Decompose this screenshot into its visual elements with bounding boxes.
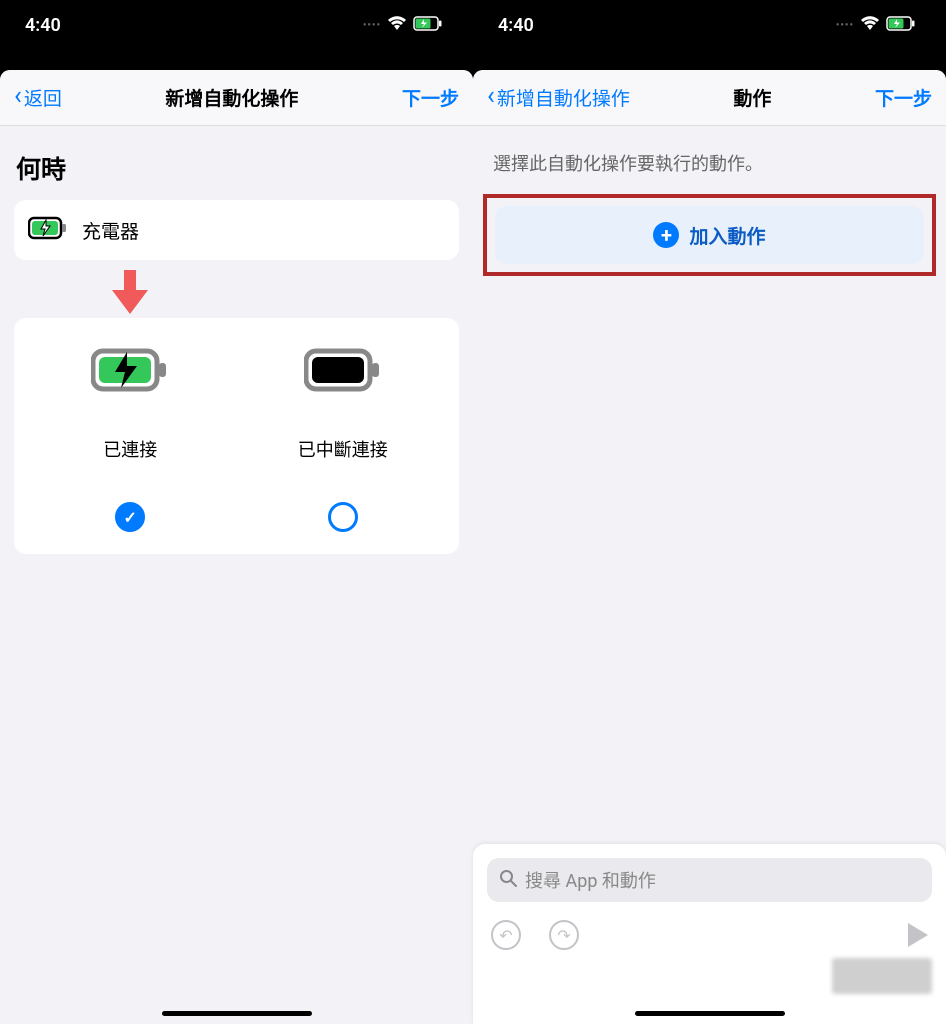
section-header-when: 何時 [0, 126, 473, 200]
battery-bolt-icon [28, 216, 68, 244]
checkmark-icon: ✓ [124, 508, 137, 527]
battery-charging-icon [886, 15, 916, 36]
bottom-panel: 搜尋 App 和動作 ↶ ↷ [473, 844, 946, 1024]
status-bar: 4:40 •••• [0, 0, 473, 50]
battery-connected-icon [91, 348, 169, 396]
phone-left: 4:40 •••• ‹ 返回 新增自動化操作 下一步 何時 充電器 [0, 0, 473, 1024]
status-bar: 4:40 •••• [473, 0, 946, 50]
add-action-label: 加入動作 [689, 222, 765, 249]
next-button[interactable]: 下一步 [875, 84, 932, 111]
battery-disconnected-icon [304, 348, 382, 396]
cell-dots-icon: •••• [836, 20, 854, 31]
run-button[interactable] [908, 923, 928, 947]
help-text: 選擇此自動化操作要執行的動作。 [473, 126, 946, 194]
option-connected-label: 已連接 [103, 436, 157, 462]
annotation-highlight: + 加入動作 [483, 194, 936, 276]
annotation-arrow-icon [110, 270, 150, 314]
undo-button[interactable]: ↶ [491, 920, 521, 950]
options-card: 已連接 ✓ 已中斷連接 [14, 318, 459, 554]
redo-button[interactable]: ↷ [549, 920, 579, 950]
phone-right: 4:40 •••• ‹ 新增自動化操作 動作 下一步 選擇此自動化操作要執行的動… [473, 0, 946, 1024]
back-button[interactable]: ‹ 新增自動化操作 [487, 84, 630, 111]
home-indicator[interactable] [635, 1011, 785, 1016]
back-label: 返回 [24, 84, 62, 111]
option-connected[interactable]: 已連接 ✓ [24, 348, 237, 532]
charger-label: 充電器 [82, 217, 139, 244]
toolbar: ↶ ↷ [487, 902, 932, 950]
nav-bar: ‹ 返回 新增自動化操作 下一步 [0, 70, 473, 126]
chevron-left-icon: ‹ [14, 83, 22, 109]
nav-title: 新增自動化操作 [165, 84, 298, 111]
option-disconnected[interactable]: 已中斷連接 [237, 348, 450, 532]
nav-bar: ‹ 新增自動化操作 動作 下一步 [473, 70, 946, 126]
status-time: 4:40 [498, 15, 534, 36]
search-icon [499, 869, 517, 892]
back-button[interactable]: ‹ 返回 [14, 84, 62, 111]
battery-charging-icon [413, 15, 443, 36]
home-indicator[interactable] [162, 1011, 312, 1016]
search-placeholder: 搜尋 App 和動作 [525, 867, 656, 893]
option-disconnected-label: 已中斷連接 [298, 436, 388, 462]
plus-icon: + [653, 222, 679, 248]
search-input[interactable]: 搜尋 App 和動作 [487, 858, 932, 902]
charger-row[interactable]: 充電器 [14, 200, 459, 260]
modal-sheet: ‹ 新增自動化操作 動作 下一步 選擇此自動化操作要執行的動作。 + 加入動作 … [473, 70, 946, 1024]
back-label: 新增自動化操作 [497, 84, 630, 111]
radio-disconnected[interactable] [328, 502, 358, 532]
status-time: 4:40 [25, 15, 61, 36]
cell-dots-icon: •••• [363, 20, 381, 31]
modal-sheet: ‹ 返回 新增自動化操作 下一步 何時 充電器 已連接 ✓ [0, 70, 473, 1024]
nav-title: 動作 [733, 84, 771, 111]
radio-connected[interactable]: ✓ [115, 502, 145, 532]
chevron-left-icon: ‹ [487, 83, 495, 109]
add-action-button[interactable]: + 加入動作 [495, 206, 924, 264]
wifi-icon [387, 15, 407, 36]
blurred-region [832, 958, 932, 994]
next-button[interactable]: 下一步 [402, 84, 459, 111]
wifi-icon [860, 15, 880, 36]
